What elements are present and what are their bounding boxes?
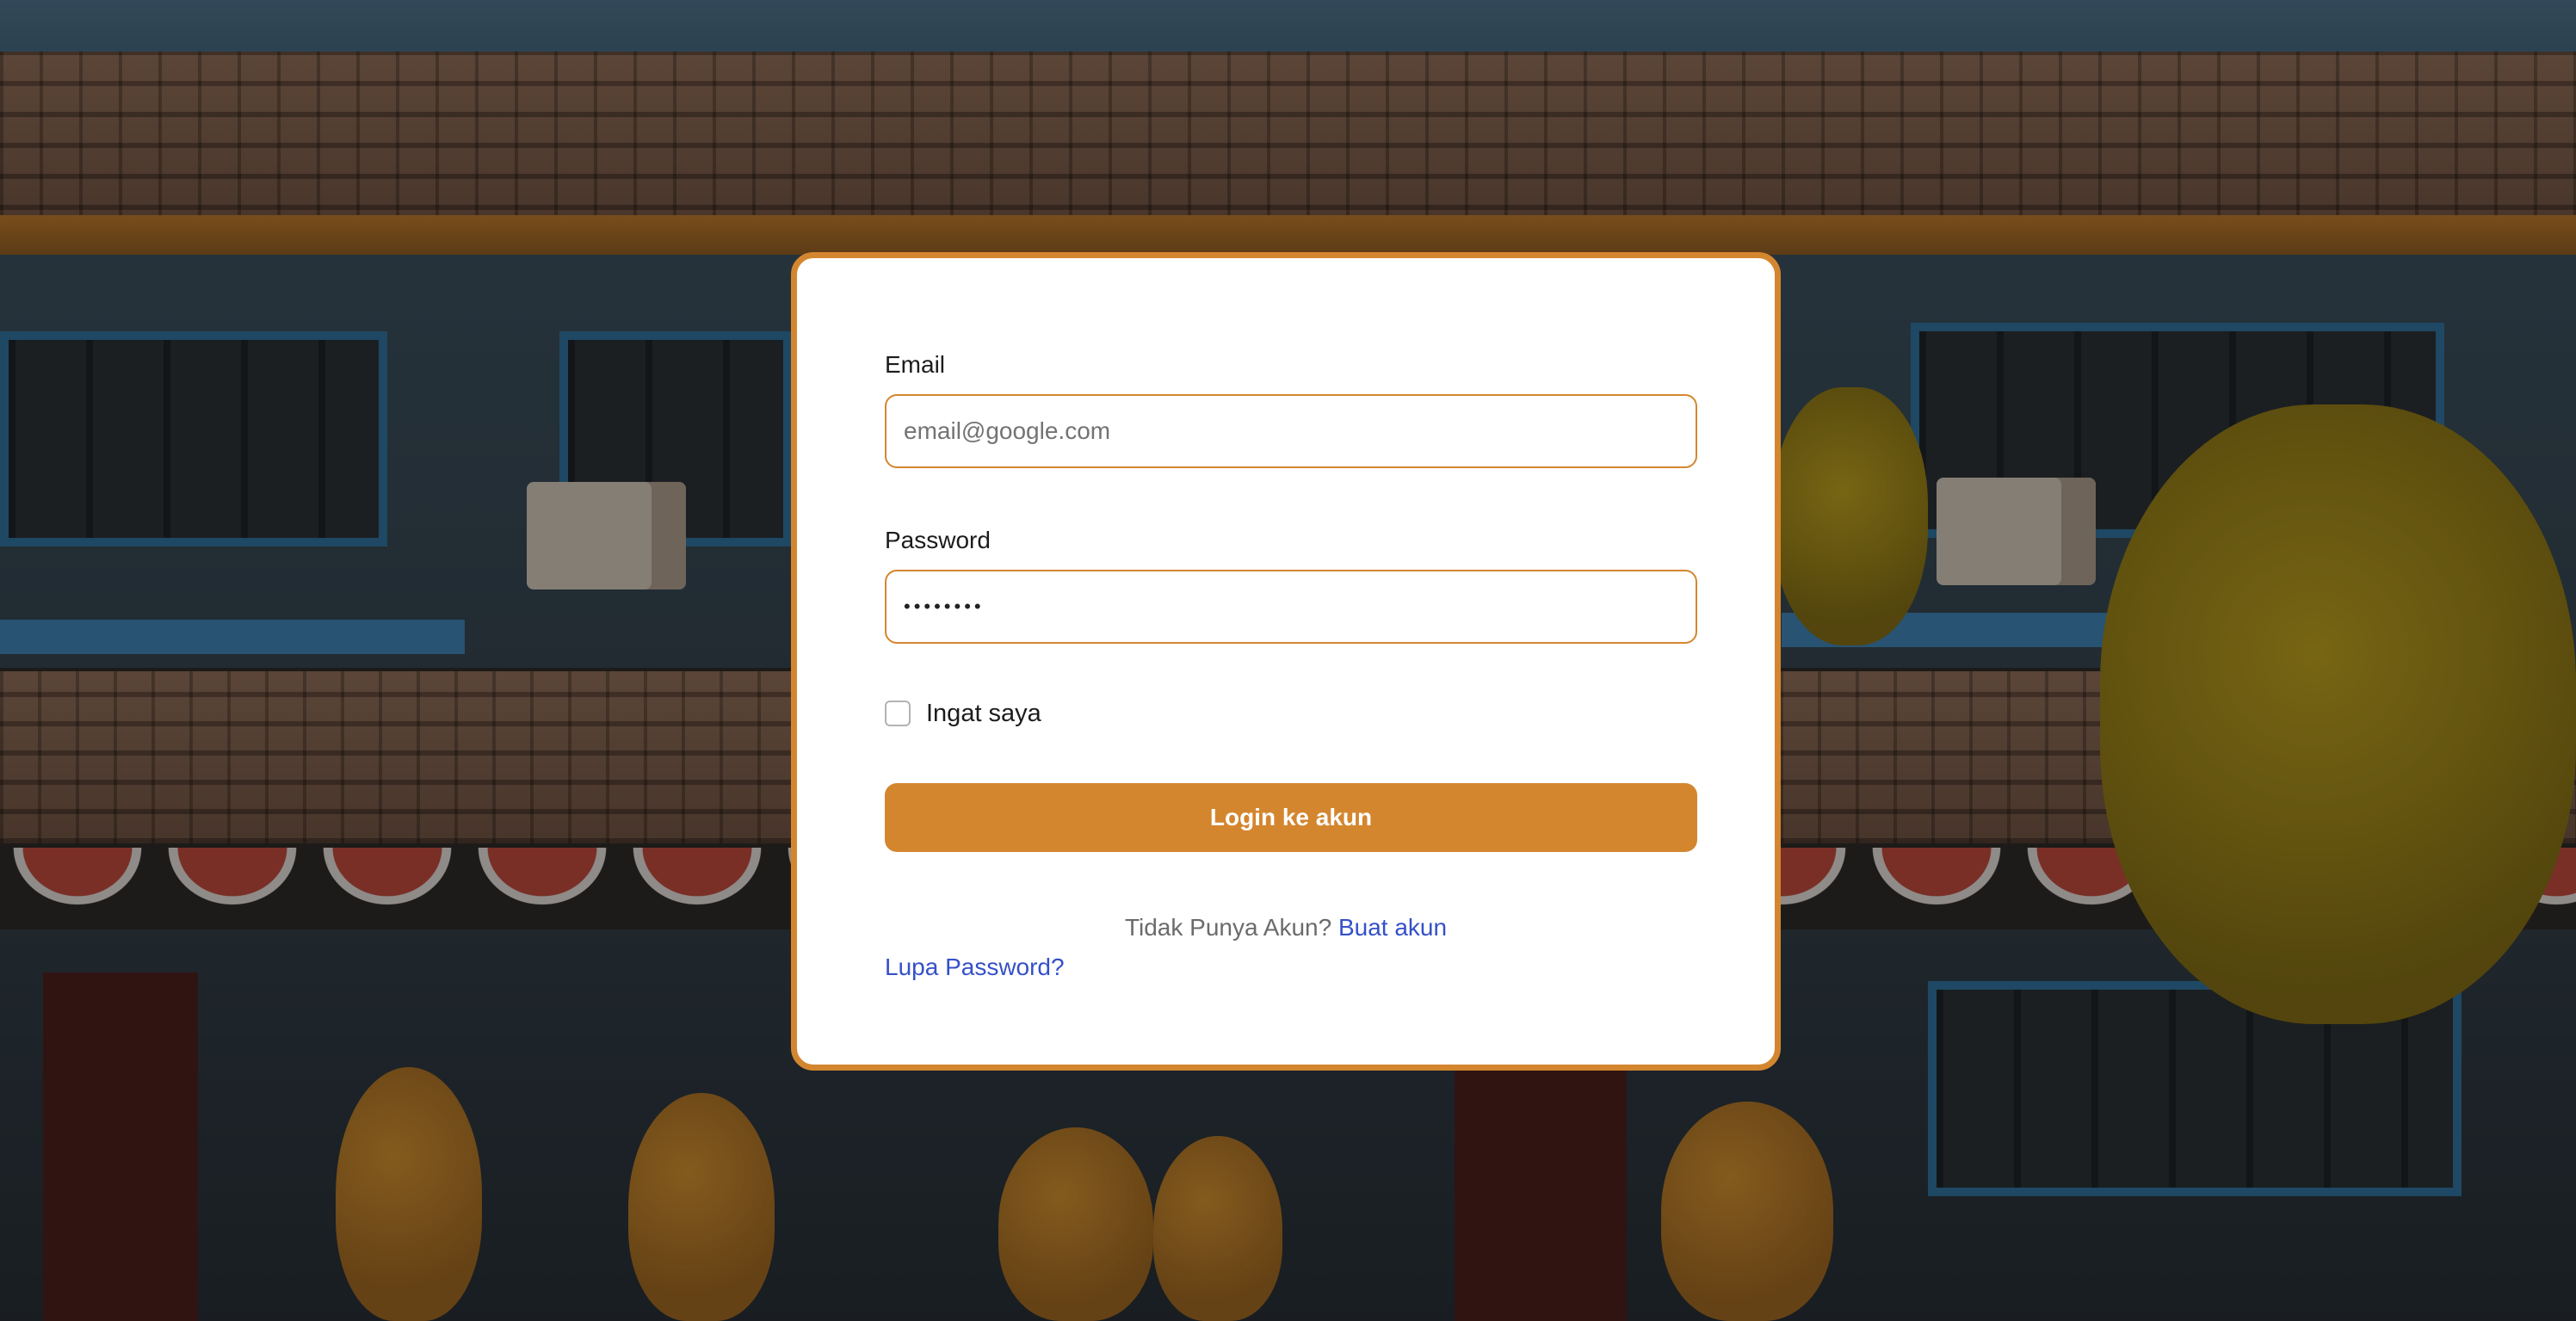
signup-link[interactable]: Buat akun — [1338, 914, 1447, 941]
email-label: Email — [885, 351, 946, 378]
signup-prompt: Tidak Punya Akun? Buat akun — [797, 914, 1775, 941]
email-field[interactable] — [885, 394, 1697, 468]
password-field[interactable] — [885, 570, 1697, 644]
remember-me-checkbox[interactable] — [885, 701, 911, 726]
remember-me-label: Ingat saya — [926, 700, 1041, 727]
password-label: Password — [885, 527, 991, 553]
forgot-password-link[interactable]: Lupa Password? — [885, 954, 1065, 981]
login-card: Email Password Ingat saya Login ke akun … — [791, 252, 1781, 1071]
login-button[interactable]: Login ke akun — [885, 783, 1697, 852]
no-account-text: Tidak Punya Akun? — [1124, 914, 1332, 941]
